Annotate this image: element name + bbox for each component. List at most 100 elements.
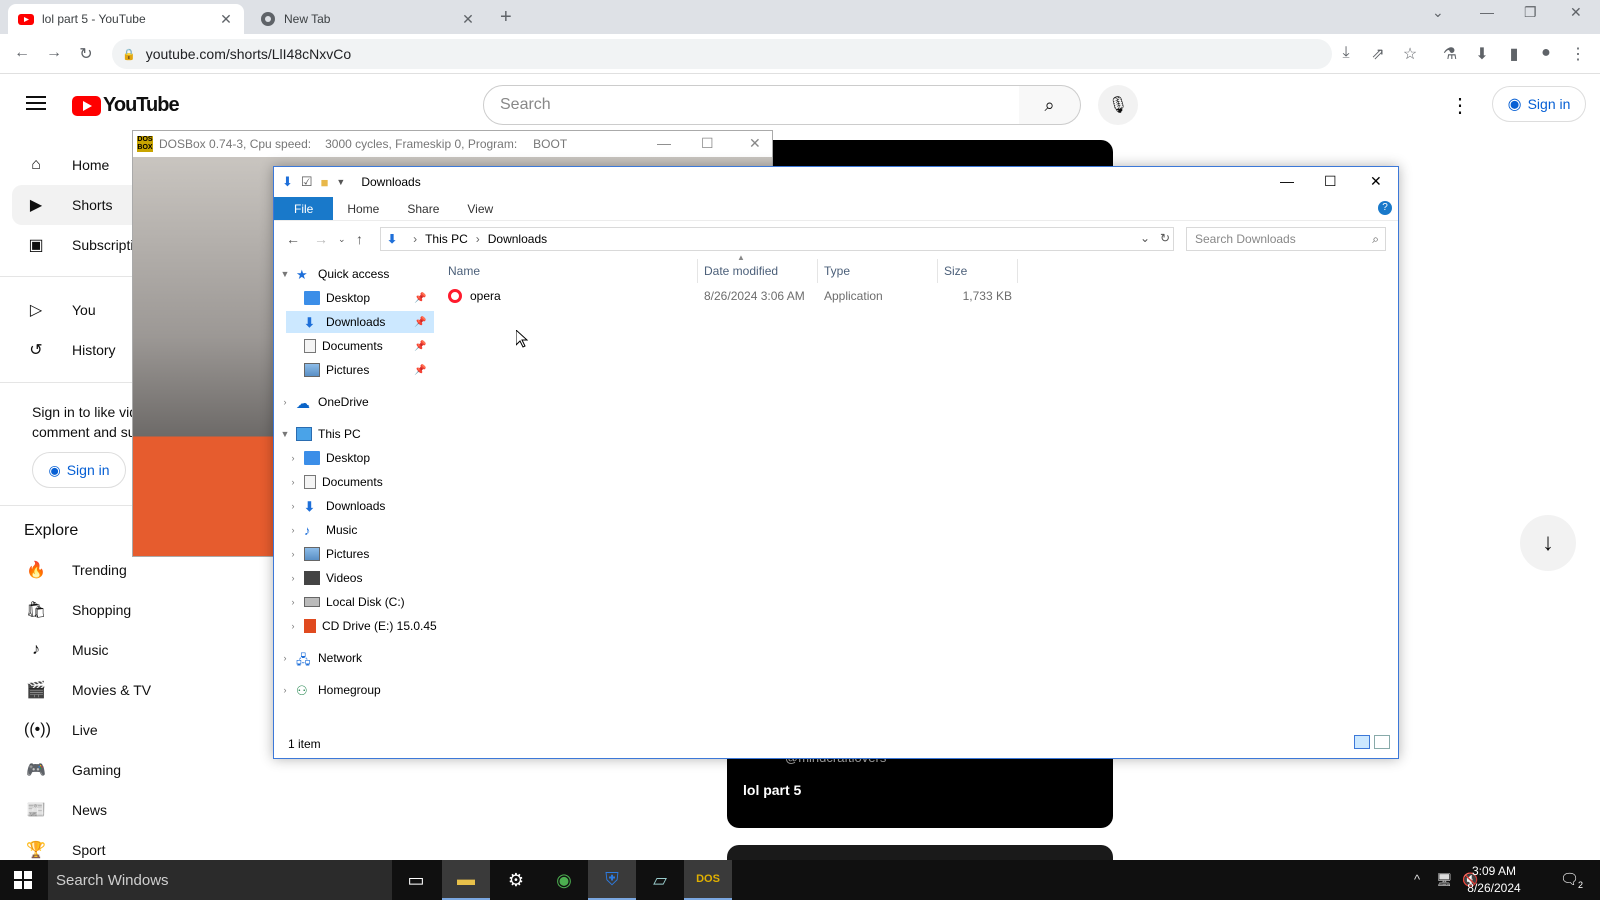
help-icon[interactable]: ? [1378, 201, 1392, 215]
up-folder-icon[interactable]: ↑ [356, 231, 363, 247]
chevron-right-icon[interactable]: › [278, 685, 292, 695]
explorer-close-icon[interactable]: ✕ [1370, 173, 1382, 190]
back-icon[interactable]: ← [12, 44, 32, 62]
pin-icon[interactable]: 📌 [414, 317, 426, 328]
breadcrumb-this-pc[interactable]: This PC [425, 232, 468, 246]
chevron-right-icon[interactable]: › [286, 525, 300, 535]
extension-icon[interactable]: ⚗ [1440, 44, 1460, 64]
column-size[interactable]: Size [938, 259, 1018, 283]
tree-pc-local-disk[interactable]: › Local Disk (C:) [286, 591, 405, 613]
dosbox-maximize-icon[interactable]: ☐ [701, 135, 714, 152]
sidebar-item-shopping[interactable]: 🛍 Shopping [12, 590, 232, 630]
sidebar-item-movies[interactable]: 🎬 Movies & TV [12, 670, 232, 710]
chevron-right-icon[interactable]: › [286, 477, 300, 487]
windows-start-icon[interactable] [14, 871, 32, 889]
tree-pc-desktop[interactable]: › Desktop [286, 447, 370, 469]
customize-toolbar-icon[interactable]: ▼ [336, 177, 345, 187]
chevron-right-icon[interactable]: › [286, 597, 300, 607]
dosbox-titlebar[interactable]: DOS BOX DOSBox 0.74-3, Cpu speed: 3000 c… [133, 131, 772, 157]
tab-home[interactable]: Home [333, 197, 393, 220]
next-short-button[interactable]: ↓ [1520, 515, 1576, 571]
pin-icon[interactable]: 📌 [414, 293, 426, 304]
dosbox-taskbar-icon[interactable]: DOS [684, 860, 732, 900]
tree-qa-downloads[interactable]: ⬇ Downloads 📌 [286, 311, 434, 333]
side-panel-icon[interactable]: ▮ [1504, 44, 1524, 64]
address-bar[interactable]: 🔒 youtube.com/shorts/LlI48cNxvCo [112, 39, 1332, 69]
sign-in-button[interactable]: ◉ Sign in [1492, 86, 1586, 122]
tree-pc-downloads[interactable]: › ⬇ Downloads [286, 495, 386, 517]
tab-new-tab[interactable]: New Tab ✕ [250, 4, 486, 34]
tray-expand-icon[interactable]: ^ [1414, 872, 1420, 887]
tree-homegroup[interactable]: › ⚇ Homegroup [278, 679, 381, 701]
search-input[interactable]: Search [483, 85, 1020, 125]
sidebar-item-music[interactable]: ♪ Music [12, 630, 232, 670]
recent-locations-icon[interactable]: ⌄ [338, 234, 346, 245]
details-view-icon[interactable] [1354, 735, 1370, 749]
explorer-titlebar[interactable]: ⬇ ☑ ■ ▼ Downloads [274, 167, 1398, 197]
search-downloads-input[interactable]: Search Downloads ⌕ [1186, 227, 1386, 251]
forward-icon[interactable]: → [44, 44, 64, 62]
chevron-down-icon[interactable]: ▼ [278, 429, 292, 439]
profile-icon[interactable]: ● [1536, 44, 1556, 62]
properties-icon[interactable]: ☑ [301, 174, 313, 190]
taskbar-search-input[interactable]: Search Windows [48, 860, 392, 900]
defender-shield-icon[interactable]: ⛨ [588, 860, 636, 900]
hamburger-menu-icon[interactable] [26, 96, 46, 110]
breadcrumb-downloads[interactable]: Downloads [488, 232, 547, 246]
address-bar[interactable]: ⬇ › This PC › Downloads [380, 227, 1174, 251]
close-tab-icon[interactable]: ✕ [460, 11, 476, 28]
tree-pc-cd-drive[interactable]: › CD Drive (E:) 15.0.45 [286, 615, 437, 637]
menu-dots-icon[interactable]: ⋮ [1568, 44, 1588, 64]
pin-icon[interactable]: 📌 [414, 341, 426, 352]
chevron-right-icon[interactable]: › [286, 549, 300, 559]
taskbar-clock[interactable]: 3:09 AM 8/26/2024 [1454, 863, 1534, 897]
voice-search-button[interactable]: 🎙 [1098, 85, 1138, 125]
sidebar-item-live[interactable]: ((•)) Live [12, 710, 232, 750]
large-icons-view-icon[interactable] [1374, 735, 1390, 749]
chevron-right-icon[interactable]: › [278, 397, 292, 407]
tree-onedrive[interactable]: › ☁ OneDrive [278, 391, 369, 413]
tree-pc-videos[interactable]: › Videos [286, 567, 362, 589]
tree-qa-desktop[interactable]: Desktop 📌 [286, 287, 426, 309]
tree-pc-pictures[interactable]: › Pictures [286, 543, 369, 565]
tree-quick-access[interactable]: ▼ ★ Quick access [278, 263, 390, 285]
tree-pc-music[interactable]: › ♪ Music [286, 519, 358, 541]
chevron-down-icon[interactable]: ▼ [278, 269, 292, 279]
tree-qa-pictures[interactable]: Pictures 📌 [286, 359, 426, 381]
task-view-icon[interactable]: ▭ [392, 860, 440, 900]
notepad-taskbar-icon[interactable]: ▱ [636, 860, 684, 900]
explorer-minimize-icon[interactable]: — [1280, 173, 1294, 189]
chevron-right-icon[interactable]: › [286, 453, 300, 463]
tab-file[interactable]: File [274, 197, 334, 220]
explorer-maximize-icon[interactable]: ☐ [1324, 173, 1337, 190]
share-icon[interactable]: ⇗ [1368, 44, 1388, 64]
back-icon[interactable]: ← [286, 231, 300, 247]
forward-icon[interactable]: → [314, 231, 328, 247]
breadcrumb-chevron-icon[interactable]: › [413, 232, 417, 246]
chevron-right-icon[interactable]: › [278, 653, 292, 663]
downloads-icon[interactable]: ⬇ [1472, 44, 1492, 64]
minimize-icon[interactable]: — [1480, 4, 1494, 20]
dosbox-close-icon[interactable]: ✕ [749, 135, 761, 152]
column-name[interactable]: Name [442, 259, 698, 283]
settings-gear-icon[interactable]: ⚙ [492, 860, 540, 900]
network-tray-icon[interactable]: 🖥 [1436, 872, 1453, 888]
file-row[interactable]: opera 8/26/2024 3:06 AM Application 1,73… [442, 285, 1182, 307]
settings-dots-icon[interactable]: ⋮ [1450, 93, 1470, 118]
close-window-icon[interactable]: ✕ [1570, 4, 1582, 21]
address-dropdown-icon[interactable]: ⌄ [1140, 231, 1150, 245]
notification-center-icon[interactable]: 🗨 [1560, 870, 1579, 888]
file-name-cell[interactable]: opera [448, 285, 501, 307]
close-tab-icon[interactable]: ✕ [218, 11, 234, 28]
tab-share[interactable]: Share [393, 197, 453, 220]
refresh-icon[interactable]: ↻ [1160, 231, 1170, 245]
tab-search-icon[interactable]: ⌄ [1432, 4, 1444, 21]
tree-pc-documents[interactable]: › Documents [286, 471, 383, 493]
chevron-right-icon[interactable]: › [286, 621, 300, 631]
install-icon[interactable]: ⤓ [1336, 44, 1356, 62]
tree-this-pc[interactable]: ▼ This PC [278, 423, 361, 445]
tab-youtube[interactable]: lol part 5 - YouTube ✕ [8, 4, 244, 34]
pin-icon[interactable]: 📌 [414, 365, 426, 376]
tree-network[interactable]: › 🖧 Network [278, 647, 363, 669]
new-folder-icon[interactable]: ■ [321, 175, 329, 190]
